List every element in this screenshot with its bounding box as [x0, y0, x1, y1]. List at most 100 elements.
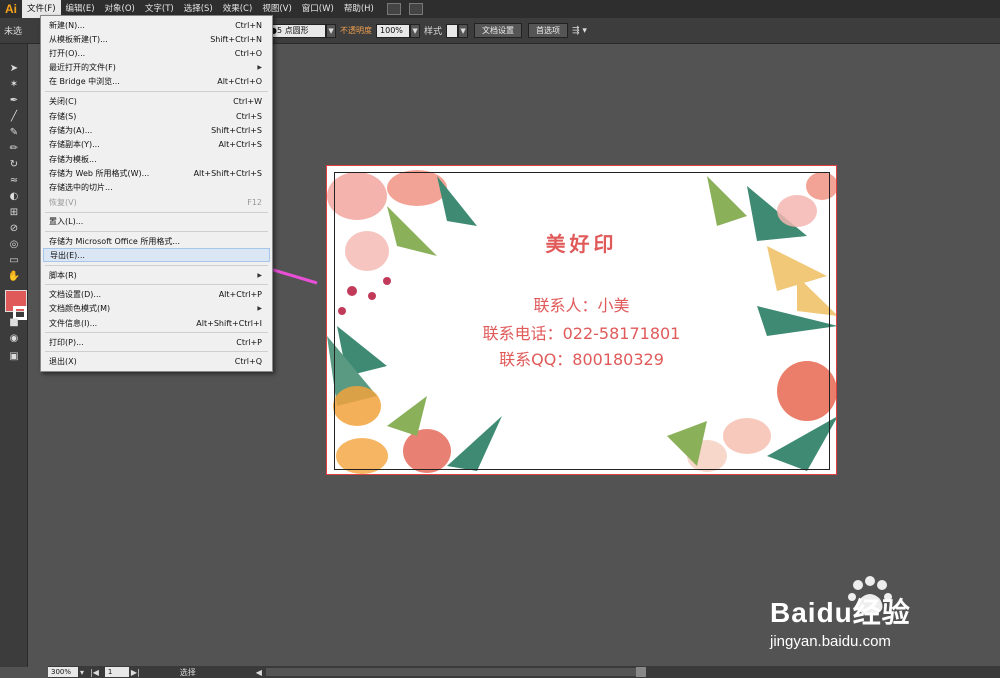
- opacity-input[interactable]: 100%: [376, 23, 411, 38]
- menu-item-label: 最近打开的文件(F): [49, 62, 116, 72]
- stroke-profile-value: 5 点圆形: [277, 26, 309, 35]
- menu-item-label: 文件信息(I)...: [49, 318, 98, 328]
- menu-item-label: 文档颜色模式(M): [49, 303, 111, 313]
- first-page-icon[interactable]: |◀: [90, 668, 99, 677]
- watermark-brand: Baidu经验: [770, 597, 911, 628]
- menu-item-label: 存储为(A)...: [49, 125, 93, 135]
- artboard[interactable]: 美好印 联系人：小美 联系电话：022-58171801 联系QQ：800180…: [326, 165, 837, 475]
- menu-item-shortcut: Ctrl+S: [235, 111, 262, 121]
- menu-item-label: 在 Bridge 中浏览...: [49, 76, 120, 86]
- menu-item-label: 打印(P)...: [49, 337, 84, 347]
- panel-options-icon[interactable]: ⇶ ▾: [568, 26, 591, 36]
- menu-item-save-for-office[interactable]: 存储为 Microsoft Office 所用格式...: [49, 234, 262, 248]
- menu-item-save-as-template[interactable]: 存储为模板...: [49, 152, 262, 166]
- selection-tool-icon[interactable]: ➤: [0, 60, 28, 76]
- menu-separator: [45, 284, 268, 285]
- next-page-icon[interactable]: ▶|: [131, 668, 140, 677]
- menu-item-shortcut: Alt+Shift+Ctrl+S: [193, 168, 262, 178]
- menu-item-label: 退出(X): [49, 356, 77, 366]
- menu-item-exit[interactable]: 退出(X) Ctrl+Q: [49, 354, 262, 368]
- menu-separator: [45, 351, 268, 352]
- menu-item-document-color-mode[interactable]: 文档颜色模式(M) ▶: [49, 301, 262, 315]
- chevron-down-icon[interactable]: ▼: [410, 23, 421, 38]
- scroll-left-icon[interactable]: ◀: [256, 668, 262, 677]
- baidu-watermark: Baidu经验 jingyan.baidu.com: [770, 575, 970, 655]
- scrollbar-thumb[interactable]: [635, 667, 646, 677]
- document-setup-button[interactable]: 文档设置: [474, 23, 523, 38]
- menu-item-label: 存储副本(Y)...: [49, 139, 100, 149]
- draw-mode-icon[interactable]: ◉: [0, 330, 28, 346]
- menu-help[interactable]: 帮助(H): [339, 0, 379, 18]
- menu-item-place[interactable]: 置入(L)...: [49, 214, 262, 228]
- submenu-arrow-icon: ▶: [257, 271, 262, 279]
- menu-item-shortcut: Alt+Shift+Ctrl+I: [196, 318, 262, 328]
- menu-item-open[interactable]: 打开(O)... Ctrl+O: [49, 46, 262, 60]
- eyedropper-icon[interactable]: ⊘: [0, 220, 28, 236]
- opacity-label[interactable]: 不透明度: [336, 25, 376, 36]
- preferences-button[interactable]: 首选项: [528, 23, 569, 38]
- rotate-tool-icon[interactable]: ↻: [0, 156, 28, 172]
- page-number-field[interactable]: 1: [104, 667, 129, 677]
- menu-item-file-info[interactable]: 文件信息(I)... Alt+Shift+Ctrl+I: [49, 316, 262, 330]
- watermark-url: jingyan.baidu.com: [770, 633, 891, 650]
- menu-item-label: 存储(S): [49, 111, 77, 121]
- menu-window[interactable]: 窗口(W): [297, 0, 339, 18]
- tools-panel: ➤ ✶ ✒ ╱ ✎ ✏ ↻ ≈ ◐ ⊞ ⊘ ◎ ▭ ✋ ■ ◉ ▣: [0, 44, 28, 667]
- line-tool-icon[interactable]: ╱: [0, 108, 28, 124]
- menu-item-shortcut: F12: [247, 197, 262, 207]
- menu-item-label: 置入(L)...: [49, 216, 84, 226]
- menu-item-shortcut: Shift+Ctrl+S: [211, 125, 262, 135]
- menu-item-label: 文档设置(D)...: [49, 289, 102, 299]
- chevron-down-icon[interactable]: ▼: [326, 23, 337, 38]
- color-mode-icon[interactable]: ■: [0, 314, 28, 330]
- card-qq: 联系QQ：800180329: [499, 350, 664, 369]
- menu-separator: [45, 212, 268, 213]
- chevron-down-icon[interactable]: ▼: [458, 23, 469, 38]
- menu-item-label: 存储为模板...: [49, 154, 97, 164]
- horizontal-scrollbar[interactable]: [265, 668, 636, 676]
- arrange-documents-icon[interactable]: [408, 3, 423, 15]
- menu-item-label: 从模板新建(T)...: [49, 34, 108, 44]
- menu-item-close[interactable]: 关闭(C) Ctrl+W: [49, 94, 262, 108]
- menu-separator: [45, 231, 268, 232]
- menu-item-label: 存储为 Microsoft Office 所用格式...: [49, 236, 181, 246]
- bridge-icon[interactable]: [386, 3, 401, 15]
- warp-tool-icon[interactable]: ≈: [0, 172, 28, 188]
- menu-item-recent-files[interactable]: 最近打开的文件(F) ▶: [49, 60, 262, 74]
- stroke-profile-select[interactable]: ● 5 点圆形: [266, 23, 327, 38]
- artboard-tool-icon[interactable]: ▭: [0, 252, 28, 268]
- pen-tool-icon[interactable]: ✒: [0, 92, 28, 108]
- menu-item-print[interactable]: 打印(P)... Ctrl+P: [49, 335, 262, 349]
- menu-item-label: 脚本(R): [49, 270, 77, 280]
- shape-builder-icon[interactable]: ◐: [0, 188, 28, 204]
- menu-item-browse-in-bridge[interactable]: 在 Bridge 中浏览... Alt+Ctrl+O: [49, 74, 262, 88]
- card-contact: 联系人：小美: [533, 296, 630, 315]
- symbol-sprayer-icon[interactable]: ◎: [0, 236, 28, 252]
- menu-item-save-copy[interactable]: 存储副本(Y)... Alt+Ctrl+S: [49, 137, 262, 151]
- magic-wand-icon[interactable]: ✶: [0, 76, 28, 92]
- screen-mode-icon[interactable]: ▣: [0, 348, 28, 364]
- mesh-tool-icon[interactable]: ⊞: [0, 204, 28, 220]
- style-label: 样式: [424, 27, 443, 37]
- menu-item-save-selected-slices[interactable]: 存储选中的切片...: [49, 180, 262, 194]
- menu-item-new[interactable]: 新建(N)... Ctrl+N: [49, 18, 262, 32]
- menu-item-save-for-web[interactable]: 存储为 Web 所用格式(W)... Alt+Shift+Ctrl+S: [49, 166, 262, 180]
- file-menu-dropdown: 新建(N)... Ctrl+N 从模板新建(T)... Shift+Ctrl+N 打…: [40, 15, 273, 372]
- menu-item-shortcut: Ctrl+O: [234, 48, 262, 58]
- hand-tool-icon[interactable]: ✋: [0, 268, 28, 284]
- app-logo: Ai: [5, 2, 17, 16]
- menu-item-save[interactable]: 存储(S) Ctrl+S: [49, 109, 262, 123]
- menu-item-export[interactable]: 导出(E)...: [43, 248, 270, 262]
- paintbrush-icon[interactable]: ✎: [0, 124, 28, 140]
- menu-item-save-as[interactable]: 存储为(A)... Shift+Ctrl+S: [49, 123, 262, 137]
- menu-item-new-from-template[interactable]: 从模板新建(T)... Shift+Ctrl+N: [49, 32, 262, 46]
- menu-item-label: 存储选中的切片...: [49, 182, 113, 192]
- submenu-arrow-icon: ▶: [257, 63, 262, 71]
- menu-item-document-setup[interactable]: 文档设置(D)... Alt+Ctrl+P: [49, 287, 262, 301]
- style-swatch[interactable]: [446, 23, 459, 38]
- menu-item-shortcut: Shift+Ctrl+N: [210, 34, 262, 44]
- pencil-icon[interactable]: ✏: [0, 140, 28, 156]
- menu-item-scripts[interactable]: 脚本(R) ▶: [49, 268, 262, 282]
- zoom-level-field[interactable]: 300%: [48, 667, 78, 677]
- chevron-down-icon[interactable]: ▾: [80, 668, 84, 677]
